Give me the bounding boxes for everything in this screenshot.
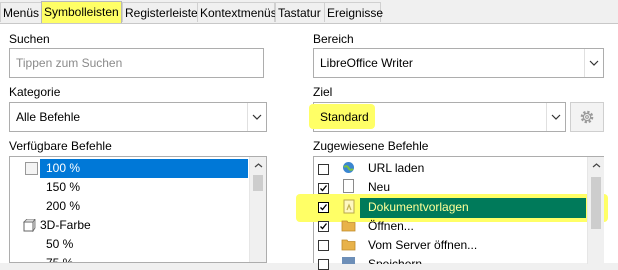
tab-tabbar[interactable]: Registerleiste [122, 2, 198, 22]
scroll-thumb[interactable] [591, 177, 601, 229]
tab-menus[interactable]: Menüs [0, 2, 42, 22]
list-item[interactable]: 200 % [46, 197, 80, 216]
item-checkbox[interactable] [318, 202, 329, 213]
list-item[interactable]: URL laden [368, 159, 424, 178]
folder-remote-icon [341, 238, 357, 251]
target-label: Ziel [313, 85, 333, 99]
item-checkbox[interactable] [318, 221, 329, 232]
tab-label: Symbolleisten [44, 5, 119, 19]
list-item[interactable]: 3D-Farbe [40, 216, 91, 235]
list-item[interactable]: 100 % [40, 159, 248, 178]
item-checkbox[interactable] [318, 259, 329, 270]
zoom-100-icon [25, 162, 38, 175]
toolbar-options-button[interactable] [570, 102, 604, 132]
tab-events[interactable]: Ereignisse [324, 2, 384, 22]
templates-icon [342, 199, 356, 215]
search-label: Suchen [9, 32, 50, 46]
tab-toolbars[interactable]: Symbolleisten [41, 1, 122, 23]
chevron-down-icon[interactable] [584, 49, 603, 77]
scope-dropdown[interactable]: LibreOffice Writer [313, 48, 604, 78]
chevron-down-icon[interactable] [546, 103, 565, 131]
search-input[interactable]: Tippen zum Suchen [9, 48, 264, 78]
gear-icon [580, 110, 594, 124]
tab-label: Registerleiste [125, 6, 198, 20]
item-checkbox[interactable] [318, 164, 329, 175]
category-value: Alle Befehle [16, 110, 81, 124]
tab-bar: Menüs Symbolleisten Registerleiste Konte… [0, 0, 618, 24]
tab-label: Kontextmenüs [200, 6, 277, 20]
tab-context-menus[interactable]: Kontextmenüs [197, 2, 277, 22]
3d-color-icon [23, 217, 36, 233]
item-checkbox[interactable] [318, 240, 329, 251]
tab-label: Menüs [3, 6, 40, 20]
item-checkbox[interactable] [318, 183, 329, 194]
folder-open-icon [341, 219, 357, 232]
list-item[interactable]: 75 % [46, 254, 73, 262]
list-item[interactable]: Vom Server öffnen... [368, 236, 477, 255]
tab-label: Tastatur [278, 6, 321, 20]
scroll-up-icon[interactable] [250, 157, 266, 173]
search-placeholder: Tippen zum Suchen [16, 56, 123, 70]
tab-keyboard[interactable]: Tastatur [275, 2, 325, 22]
scroll-up-icon[interactable] [588, 157, 604, 173]
scroll-thumb[interactable] [253, 175, 263, 191]
available-commands-label: Verfügbare Befehle [9, 139, 112, 153]
assigned-commands-label: Zugewiesene Befehle [313, 139, 429, 153]
available-commands-list[interactable]: 100 % 150 % 200 % 3D-Farbe 50 % 75 % [9, 156, 267, 263]
new-document-icon [343, 179, 354, 193]
list-item[interactable]: Neu [368, 178, 390, 197]
assigned-commands-list[interactable]: URL laden Neu Dokumentvorlagen Öffnen...… [296, 156, 608, 270]
globe-icon [342, 161, 355, 174]
list-item[interactable]: Öffnen... [368, 217, 414, 236]
list-item[interactable]: 150 % [46, 178, 80, 197]
list-item[interactable]: Dokumentvorlagen [360, 198, 586, 218]
scope-value: LibreOffice Writer [320, 56, 413, 70]
tab-label: Ereignisse [327, 6, 384, 20]
list-item-label: 100 % [46, 161, 81, 175]
chevron-down-icon[interactable] [247, 103, 266, 131]
target-value: Standard [320, 110, 369, 124]
category-dropdown[interactable]: Alle Befehle [9, 102, 267, 132]
target-dropdown[interactable]: Standard [309, 102, 566, 132]
assigned-scrollbar[interactable] [587, 157, 604, 264]
scope-label: Bereich [313, 32, 354, 46]
list-item[interactable]: 50 % [46, 235, 73, 254]
available-scrollbar[interactable] [249, 157, 266, 262]
list-item-label: Dokumentvorlagen [368, 200, 469, 214]
category-label: Kategorie [9, 85, 61, 99]
